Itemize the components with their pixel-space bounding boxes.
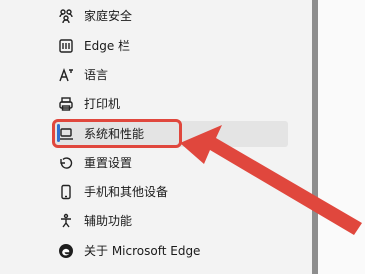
accessibility-icon xyxy=(58,213,74,229)
pointer-arrow xyxy=(180,125,362,235)
sidebar-item-label: 重置设置 xyxy=(84,156,133,170)
sidebar-item-label: 手机和其他设备 xyxy=(84,185,169,199)
sidebar-item-language[interactable]: 语言 xyxy=(58,62,288,88)
sidebar-item-edge-bar[interactable]: Edge 栏 xyxy=(58,33,288,59)
phone-icon xyxy=(58,184,74,200)
family-safety-icon xyxy=(58,8,74,24)
sidebar-item-printer[interactable]: 打印机 xyxy=(58,91,288,117)
sidebar-item-label: 辅助功能 xyxy=(84,214,133,228)
sidebar-item-label: Edge 栏 xyxy=(84,39,131,53)
sidebar-item-about-edge[interactable]: 关于 Microsoft Edge xyxy=(58,238,288,264)
sidebar-item-family-safety[interactable]: 家庭安全 xyxy=(58,3,288,29)
sidebar-item-label: 家庭安全 xyxy=(84,9,133,23)
printer-icon xyxy=(58,96,74,112)
sidebar-item-label: 语言 xyxy=(84,68,109,82)
sidebar-item-label: 打印机 xyxy=(84,97,121,111)
language-icon xyxy=(58,67,74,83)
reset-icon xyxy=(58,155,74,171)
sidebar-item-label: 关于 Microsoft Edge xyxy=(84,244,201,258)
edge-bar-icon xyxy=(58,38,74,54)
highlight-box xyxy=(52,119,182,148)
edge-logo-icon xyxy=(58,243,74,259)
